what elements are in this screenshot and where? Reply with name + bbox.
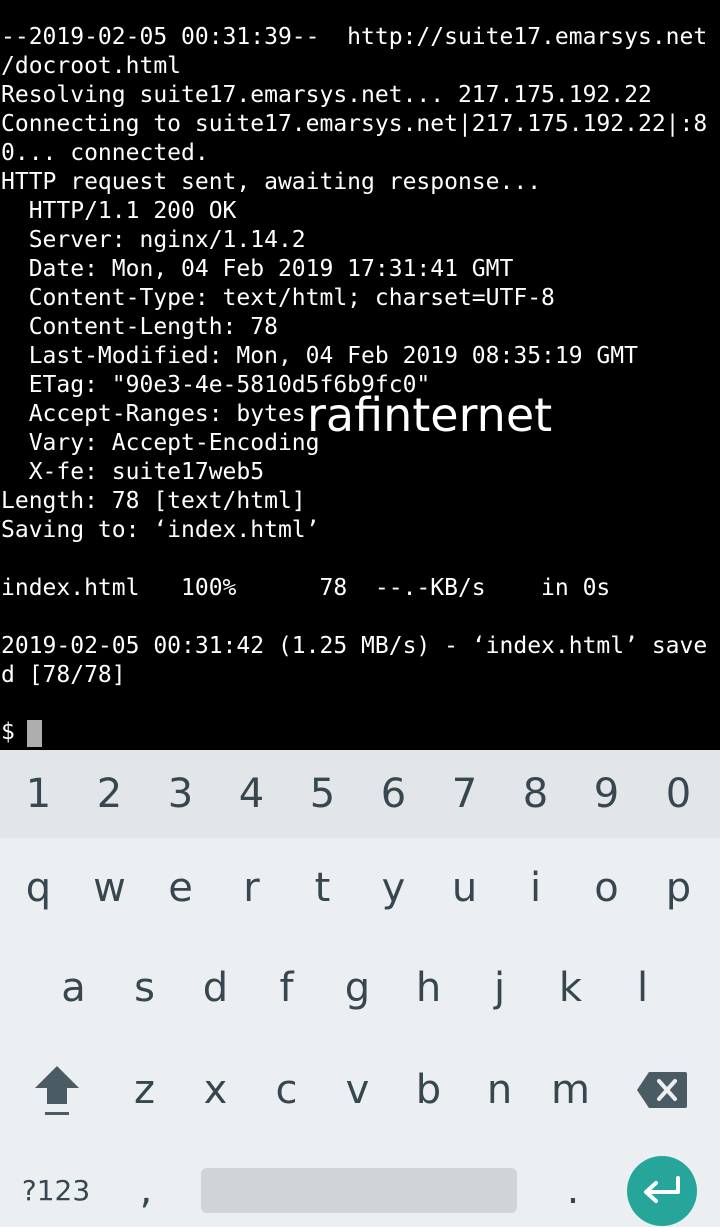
key-d[interactable]: d [180,944,251,1032]
key-9[interactable]: 9 [571,750,642,838]
key-u[interactable]: u [429,844,500,932]
watermark: rafinternet [307,388,553,442]
key-s[interactable]: s [109,944,180,1032]
enter-arrow-icon [644,1176,680,1203]
key-y[interactable]: y [358,844,429,932]
key-q[interactable]: q [3,844,74,932]
terminal-line: Content-Type: text/html; charset=UTF-8 [1,285,555,311]
terminal-line: 0... connected. [1,140,209,166]
terminal-line: Length: 78 [text/html] [1,488,306,514]
terminal-line: Vary: Accept-Encoding [1,430,320,456]
backspace-key[interactable] [626,1046,698,1134]
key-x[interactable]: x [180,1046,251,1134]
key-r[interactable]: r [216,844,287,932]
text-cursor [27,720,42,747]
key-2[interactable]: 2 [74,750,145,838]
key-t[interactable]: t [287,844,358,932]
key-z[interactable]: z [109,1046,180,1134]
key-p[interactable]: p [643,844,714,932]
key-v[interactable]: v [322,1046,393,1134]
terminal-line: Connecting to suite17.emarsys.net|217.17… [1,111,708,137]
key-8[interactable]: 8 [500,750,571,838]
terminal-line: Accept-Ranges: bytes [1,401,306,427]
key-5[interactable]: 5 [287,750,358,838]
terminal-line: --2019-02-05 00:31:39-- http://suite17.e… [1,24,708,50]
key-c[interactable]: c [251,1046,322,1134]
key-a[interactable]: a [38,944,109,1032]
terminal-line: index.html 100% 78 --.-KB/s in 0s [1,575,611,601]
key-o[interactable]: o [571,844,642,932]
terminal-line: Content-Length: 78 [1,314,278,340]
key-j[interactable]: j [464,944,535,1032]
backspace-icon [637,1072,687,1108]
key-i[interactable]: i [500,844,571,932]
terminal-line: HTTP/1.1 200 OK [1,198,237,224]
shift-arrow-icon [35,1066,79,1115]
key-m[interactable]: m [535,1046,606,1134]
terminal-line: /docroot.html [1,53,182,79]
terminal-view[interactable]: --2019-02-05 00:31:39-- http://suite17.e… [0,0,720,750]
screen: --2019-02-05 00:31:39-- http://suite17.e… [0,0,720,1227]
key-b[interactable]: b [393,1046,464,1134]
terminal-line: Date: Mon, 04 Feb 2019 17:31:41 GMT [1,256,514,282]
key-3[interactable]: 3 [145,750,216,838]
comma-key[interactable]: , [110,1146,182,1227]
enter-key[interactable] [627,1156,697,1226]
key-4[interactable]: 4 [216,750,287,838]
key-k[interactable]: k [535,944,606,1032]
key-6[interactable]: 6 [358,750,429,838]
key-n[interactable]: n [464,1046,535,1134]
terminal-line: HTTP request sent, awaiting response... [1,169,542,195]
terminal-line: d [78/78] [1,662,126,688]
key-1[interactable]: 1 [3,750,74,838]
key-0[interactable]: 0 [643,750,714,838]
period-key[interactable]: . [537,1146,609,1227]
terminal-line: Saving to: ‘index.html’ [1,517,320,543]
key-l[interactable]: l [607,944,678,1032]
symbols-key[interactable]: ?123 [10,1146,102,1227]
shell-prompt: $ [1,719,29,745]
key-h[interactable]: h [393,944,464,1032]
shift-key[interactable] [21,1046,93,1134]
terminal-line: X-fe: suite17web5 [1,459,265,485]
terminal-line: Server: nginx/1.14.2 [1,227,306,253]
status-bar [0,0,720,6]
terminal-line: Last-Modified: Mon, 04 Feb 2019 08:35:19… [1,343,638,369]
terminal-line: 2019-02-05 00:31:42 (1.25 MB/s) - ‘index… [1,633,708,659]
key-g[interactable]: g [322,944,393,1032]
key-7[interactable]: 7 [429,750,500,838]
number-row: 1 2 3 4 5 6 7 8 9 0 [0,750,720,838]
key-w[interactable]: w [74,844,145,932]
space-bar[interactable] [201,1168,517,1213]
key-e[interactable]: e [145,844,216,932]
soft-keyboard: 1 2 3 4 5 6 7 8 9 0 q w e r t y u i o p … [0,750,720,1227]
terminal-line: Resolving suite17.emarsys.net... 217.175… [1,82,652,108]
key-f[interactable]: f [251,944,322,1032]
